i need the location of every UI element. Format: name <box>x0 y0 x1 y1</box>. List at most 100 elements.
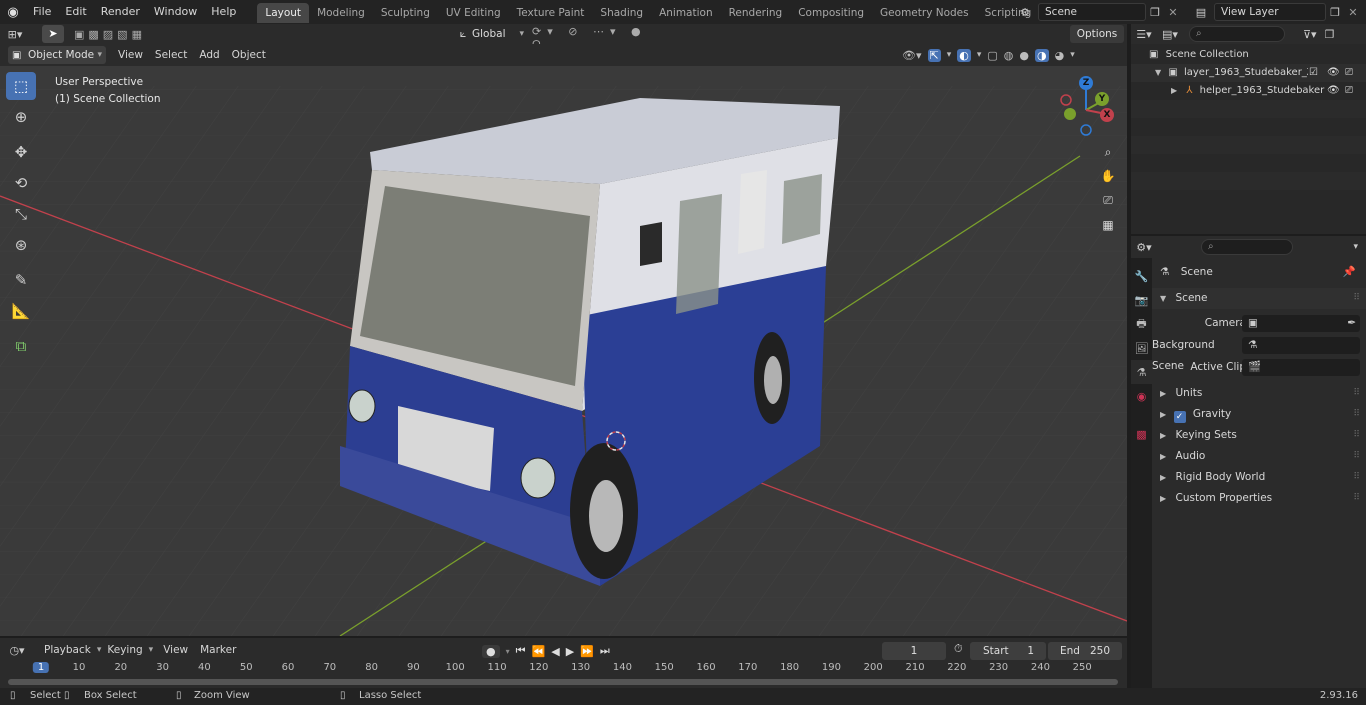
camera-field[interactable]: ▣ ✒ <box>1242 315 1360 332</box>
gravity-checkbox[interactable]: ✓ <box>1173 411 1186 423</box>
delete-view-layer-icon[interactable]: ✕ <box>1344 6 1362 19</box>
viewport-overlay-icons[interactable]: 👁▾ ⇱ ▾ ◐ ▾ ▢ ◍ ● ◑ ◕ ▾ <box>902 46 1124 64</box>
new-collection-icon[interactable]: ❐ <box>1325 28 1335 41</box>
drag-handle-icon[interactable]: ⠿ <box>1353 488 1360 509</box>
move-tool-icon[interactable]: ✥ <box>6 138 36 166</box>
new-scene-icon[interactable]: ❐ <box>1146 6 1164 19</box>
section-units[interactable]: ▶ Units ⠿ <box>1152 383 1366 404</box>
expand-right-icon[interactable]: ▶ <box>1171 86 1177 95</box>
menu-select[interactable]: Select <box>149 45 193 65</box>
outliner-editor-icon[interactable]: ☰▾ <box>1131 28 1157 41</box>
3d-viewport[interactable]: User Perspective (1) Scene Collection Z … <box>0 66 1127 636</box>
outliner-row-scene-collection[interactable]: ▣ Scene Collection <box>1131 46 1366 64</box>
overlay-toggle-icon[interactable]: ◐ <box>957 48 971 62</box>
gizmo-y-axis[interactable]: Y <box>1095 92 1109 106</box>
tab-shading[interactable]: Shading <box>592 3 651 23</box>
drag-handle-icon[interactable]: ⠿ <box>1353 288 1360 309</box>
properties-editor-icon[interactable]: ⚙▾ <box>1131 241 1157 254</box>
menu-edit[interactable]: Edit <box>58 0 93 24</box>
section-rigid-body-world[interactable]: ▶ Rigid Body World ⠿ <box>1152 467 1366 488</box>
scale-tool-icon[interactable]: ⤡ <box>6 200 36 228</box>
scene-name-field[interactable]: Scene <box>1038 3 1146 21</box>
drag-handle-icon[interactable]: ⠿ <box>1353 467 1360 488</box>
measure-tool-icon[interactable]: 📐 <box>6 297 36 325</box>
tab-geometry-nodes[interactable]: Geometry Nodes <box>872 3 977 23</box>
tab-layout[interactable]: Layout <box>257 3 310 23</box>
timeline-scrollbar[interactable] <box>8 679 1118 685</box>
new-view-layer-icon[interactable]: ❐ <box>1326 6 1344 19</box>
gizmo-x-axis[interactable]: X <box>1100 108 1114 122</box>
filter-icon[interactable]: ⊽▾ <box>1303 28 1317 41</box>
tool-tab-icon[interactable]: 🔧 <box>1131 264 1152 288</box>
exclude-checkbox-icon[interactable]: ☑ <box>1309 64 1318 82</box>
tab-compositing[interactable]: Compositing <box>790 3 872 23</box>
camera-view-icon[interactable]: ⎚ <box>1097 189 1119 211</box>
outliner-row-helper[interactable]: ▶ ⅄ helper_1963_Studebaker 👁 ⎚ <box>1131 82 1366 100</box>
render-camera-icon[interactable]: ⎚ <box>1345 64 1353 82</box>
transform-tool-icon[interactable]: ⊛ <box>6 231 36 259</box>
properties-search-input[interactable]: ⌕ <box>1201 239 1293 255</box>
scene-selector[interactable]: ⚙ Scene ❐ ✕ <box>1012 2 1182 22</box>
mode-dropdown[interactable]: ▣ Object Mode ▾ <box>8 46 106 64</box>
annotate-tool-icon[interactable]: ✎ <box>6 266 36 294</box>
menu-add[interactable]: Add <box>193 45 225 65</box>
pivot-snap-icons[interactable]: ⟳▾ ⊘ ⋯▾ ● ⋂ <box>532 25 657 51</box>
texture-tab-icon[interactable]: ▩ <box>1131 422 1152 446</box>
hide-eye-icon[interactable]: 👁 <box>1327 82 1340 100</box>
hide-eye-icon[interactable]: 👁 <box>1327 64 1340 82</box>
view-layer-selector[interactable]: ▤ View Layer ❐ ✕ <box>1188 2 1364 22</box>
blender-logo-icon[interactable]: ◉ <box>0 5 26 20</box>
scene-tab-icon[interactable]: ⚗ <box>1131 360 1152 384</box>
rotate-tool-icon[interactable]: ⟲ <box>6 169 36 197</box>
display-mode-icon[interactable]: ▤▾ <box>1157 28 1183 41</box>
pin-icon[interactable]: 📌 <box>1343 262 1356 283</box>
view-layer-tab-icon[interactable]: 🖼 <box>1131 336 1152 360</box>
editor-type-icon[interactable]: ⊞▾ <box>0 28 30 41</box>
tab-animation[interactable]: Animation <box>651 3 721 23</box>
visibility-icon[interactable]: 👁▾ <box>902 49 922 62</box>
delete-scene-icon[interactable]: ✕ <box>1164 6 1182 19</box>
active-tool-icon[interactable]: ➤ <box>42 25 64 43</box>
world-tab-icon[interactable]: ◉ <box>1131 384 1152 408</box>
zoom-icon[interactable]: ⌕ <box>1097 141 1119 163</box>
view-layer-field[interactable]: View Layer <box>1214 3 1326 21</box>
menu-window[interactable]: Window <box>147 0 204 24</box>
menu-file[interactable]: File <box>26 0 58 24</box>
background-scene-field[interactable]: ⚗ <box>1242 337 1360 354</box>
tab-uv-editing[interactable]: UV Editing <box>438 3 509 23</box>
section-keying-sets[interactable]: ▶ Keying Sets ⠿ <box>1152 425 1366 446</box>
gizmo-z-axis[interactable]: Z <box>1079 76 1093 90</box>
orientation-dropdown[interactable]: ⟀ Global ▾ <box>454 25 524 43</box>
cursor-tool-icon[interactable]: ⊕ <box>6 103 36 131</box>
menu-render[interactable]: Render <box>94 0 147 24</box>
outliner-row-layer[interactable]: ▼ ▣ layer_1963_Studebaker_ZIP_V ☑ 👁 ⎚ <box>1131 64 1366 82</box>
eyedropper-icon[interactable]: ✒ <box>1347 315 1356 332</box>
playhead[interactable]: 1 <box>32 662 50 673</box>
outliner-search-input[interactable]: ⌕ <box>1189 26 1285 42</box>
xray-icon[interactable]: ▢ <box>987 49 997 62</box>
chevron-down-icon[interactable]: ▾ <box>1070 50 1075 60</box>
output-tab-icon[interactable]: 🖶 <box>1131 312 1152 336</box>
menu-view[interactable]: View <box>112 45 149 65</box>
navigation-gizmo[interactable]: Z Y X <box>1058 76 1118 140</box>
drag-handle-icon[interactable]: ⠿ <box>1353 425 1360 446</box>
perspective-grid-icon[interactable]: ▦ <box>1097 214 1119 236</box>
drag-handle-icon[interactable]: ⠿ <box>1353 446 1360 467</box>
tab-rendering[interactable]: Rendering <box>721 3 791 23</box>
section-gravity[interactable]: ▶ ✓ Gravity ⠿ <box>1152 404 1366 425</box>
expand-down-icon[interactable]: ▼ <box>1155 68 1161 77</box>
section-custom-properties[interactable]: ▶ Custom Properties ⠿ <box>1152 488 1366 509</box>
gizmo-toggle-icon[interactable]: ⇱ <box>927 48 941 62</box>
menu-object[interactable]: Object <box>226 45 272 65</box>
menu-help[interactable]: Help <box>204 0 243 24</box>
shading-wireframe-icon[interactable]: ◍ <box>1004 49 1014 62</box>
select-box-tool-icon[interactable]: ⬚ <box>6 72 36 100</box>
pan-hand-icon[interactable]: ✋ <box>1097 165 1119 187</box>
shading-solid-icon[interactable]: ● <box>1019 49 1029 62</box>
tab-modeling[interactable]: Modeling <box>309 3 373 23</box>
properties-options-icon[interactable]: ▾ <box>1353 242 1358 252</box>
shading-rendered-icon[interactable]: ◕ <box>1055 49 1065 62</box>
render-tab-icon[interactable]: 📷 <box>1131 288 1152 312</box>
add-cube-tool-icon[interactable]: ⧉ <box>6 332 36 360</box>
drag-handle-icon[interactable]: ⠿ <box>1353 404 1360 425</box>
